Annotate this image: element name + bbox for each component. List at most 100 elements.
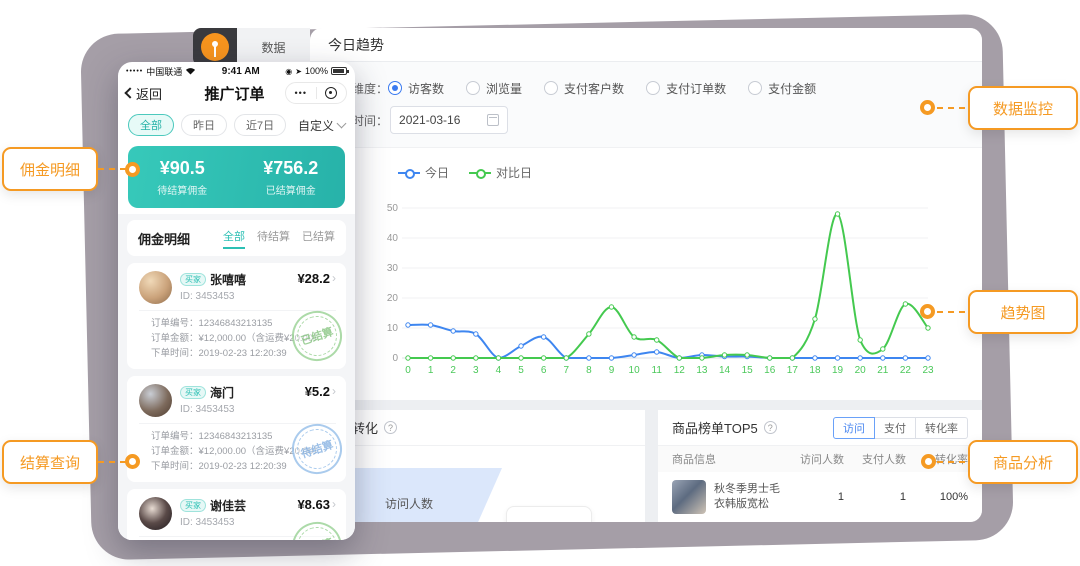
svg-text:50: 50 [387,203,399,214]
buyer-name: 谢佳芸 [210,497,246,514]
legend-line-icon [398,172,420,174]
custom-range-dropdown[interactable]: 自定义 [298,117,345,134]
funnel-label: 访问人数 [385,495,433,512]
cell-pays: 1 [844,491,906,503]
commission-item[interactable]: 买家 海门 ID: 3453453 ¥5.2› 订单编号：12346843213… [127,376,346,482]
callout-commission-detail: 佣金明细 [2,147,98,191]
battery-icon [331,67,347,75]
pill-7days[interactable]: 近7日 [234,114,286,136]
callout-connector [937,107,965,109]
radio-visitors[interactable]: 访客数 [388,80,444,97]
svg-text:13: 13 [696,365,708,376]
product-name: 秋冬季男士毛 衣韩版宽松 [714,482,780,512]
top5-table-row[interactable]: 秋冬季男士毛 衣韩版宽松 1 1 100% [658,472,982,522]
trend-filter-zone: 数据维度： 访客数 浏览量 支付客户数 支付订单数 支付金额 对比时间： 202… [310,62,982,148]
svg-text:6: 6 [541,365,547,376]
app-logo-icon [201,33,229,61]
svg-text:2: 2 [450,365,456,376]
wifi-icon [185,67,196,75]
callout-trend-chart: 趋势图 [968,290,1078,334]
svg-text:21: 21 [877,365,889,376]
more-menu-button[interactable]: ••• [286,88,316,98]
svg-text:9: 9 [609,365,615,376]
commission-item[interactable]: 买家 张嘻嘻 ID: 3453453 ¥28.2› 订单编号：123468432… [127,263,346,369]
target-icon [325,87,337,99]
buyer-badge: 买家 [180,499,206,512]
seg-btn-pays[interactable]: 支付 [874,417,916,439]
pill-all[interactable]: 全部 [128,114,174,136]
help-icon[interactable]: ? [384,421,397,434]
pending-label: 待结算佣金 [157,182,207,197]
svg-text:17: 17 [787,365,799,376]
marketing-screenshot-page: 今日趋势 数据维度： 访客数 浏览量 支付客户数 支付订单数 支付金额 对比时间… [0,0,1080,566]
svg-text:15: 15 [742,365,754,376]
callout-product-analysis: 商品分析 [968,440,1078,484]
commission-item[interactable]: 买家 谢佳芸 ID: 3453453 ¥8.63› 订单编号：123468432… [127,489,346,540]
tab-pending[interactable]: 待结算 [257,228,290,249]
legend-today[interactable]: 今日 [398,164,449,181]
callout-connector [937,311,965,313]
svg-text:22: 22 [900,365,912,376]
svg-text:23: 23 [922,365,934,376]
chevron-right-icon: › [332,384,336,398]
radio-pay-amount[interactable]: 支付金额 [748,80,816,97]
today-trend-card: 今日趋势 数据维度： 访客数 浏览量 支付客户数 支付订单数 支付金额 对比时间… [310,28,982,400]
filter-pills-row: 全部 昨日 近7日 自定义 [118,108,355,142]
callout-ring-marker [125,162,140,177]
svg-text:0: 0 [405,365,411,376]
radio-pay-customers[interactable]: 支付客户数 [544,80,624,97]
radio-pageviews[interactable]: 浏览量 [466,80,522,97]
close-target-button[interactable] [317,87,347,99]
trend-card-title: 今日趋势 [310,28,982,62]
divider [139,310,336,311]
carrier-label: 中国联通 [146,65,182,78]
svg-text:18: 18 [809,365,821,376]
buyer-id: ID: 3453453 [180,517,297,528]
back-button[interactable]: 返回 [126,84,184,103]
top5-metric-switcher: 访问 支付 转化率 [833,417,968,439]
radio-pay-orders[interactable]: 支付订单数 [646,80,726,97]
svg-text:10: 10 [387,323,399,334]
help-icon[interactable]: ? [764,421,777,434]
funnel-segment-visitors: 访问人数 [330,468,502,522]
location-icon: ➤ [295,67,302,76]
buyer-name: 张嘻嘻 [210,271,246,288]
svg-text:11: 11 [652,365,663,376]
svg-text:8: 8 [586,365,592,376]
radio-icon [544,81,558,95]
svg-text:5: 5 [518,365,524,376]
seg-btn-visits[interactable]: 访问 [833,417,875,439]
pending-commission: ¥90.5 待结算佣金 [128,146,237,208]
seg-btn-rate[interactable]: 转化率 [915,417,968,439]
buyer-id: ID: 3453453 [180,404,305,415]
chevron-right-icon: › [332,271,336,285]
commission-list-area: 佣金明细 全部 待结算 已结算 买家 张嘻嘻 ID: 3453453 [118,214,355,540]
callout-connector [937,461,965,463]
settled-commission: ¥756.2 已结算佣金 [237,146,346,208]
buyer-badge: 买家 [180,386,206,399]
legend-line-icon [469,172,491,174]
divider [139,423,336,424]
callout-connector [98,168,126,170]
product-image [672,480,706,514]
compare-date-input[interactable]: 2021-03-16 [390,106,508,134]
svg-text:3: 3 [473,365,479,376]
legend-compare-day[interactable]: 对比日 [469,164,532,181]
tab-data[interactable]: 数据 [237,28,310,66]
tab-all[interactable]: 全部 [223,228,245,249]
svg-text:12: 12 [674,365,686,376]
chevron-left-icon [124,87,135,98]
clock-label: 9:41 AM [196,66,285,77]
radio-icon [646,81,660,95]
radio-selected-icon [388,81,402,95]
commission-summary-card: ¥90.5 待结算佣金 ¥756.2 已结算佣金 [128,146,345,208]
pending-amount: ¥90.5 [160,158,205,179]
tab-settled[interactable]: 已结算 [302,228,335,249]
pay-conversion-card: 支付转化 ? 访问人数 [310,410,645,522]
buyer-badge: 买家 [180,273,206,286]
svg-text:19: 19 [832,365,844,376]
svg-text:20: 20 [855,365,867,376]
pill-yesterday[interactable]: 昨日 [181,114,227,136]
chart-legend: 今日 对比日 [398,164,532,181]
trend-line-chart: 0102030405001234567891011121314151617181… [380,198,940,378]
